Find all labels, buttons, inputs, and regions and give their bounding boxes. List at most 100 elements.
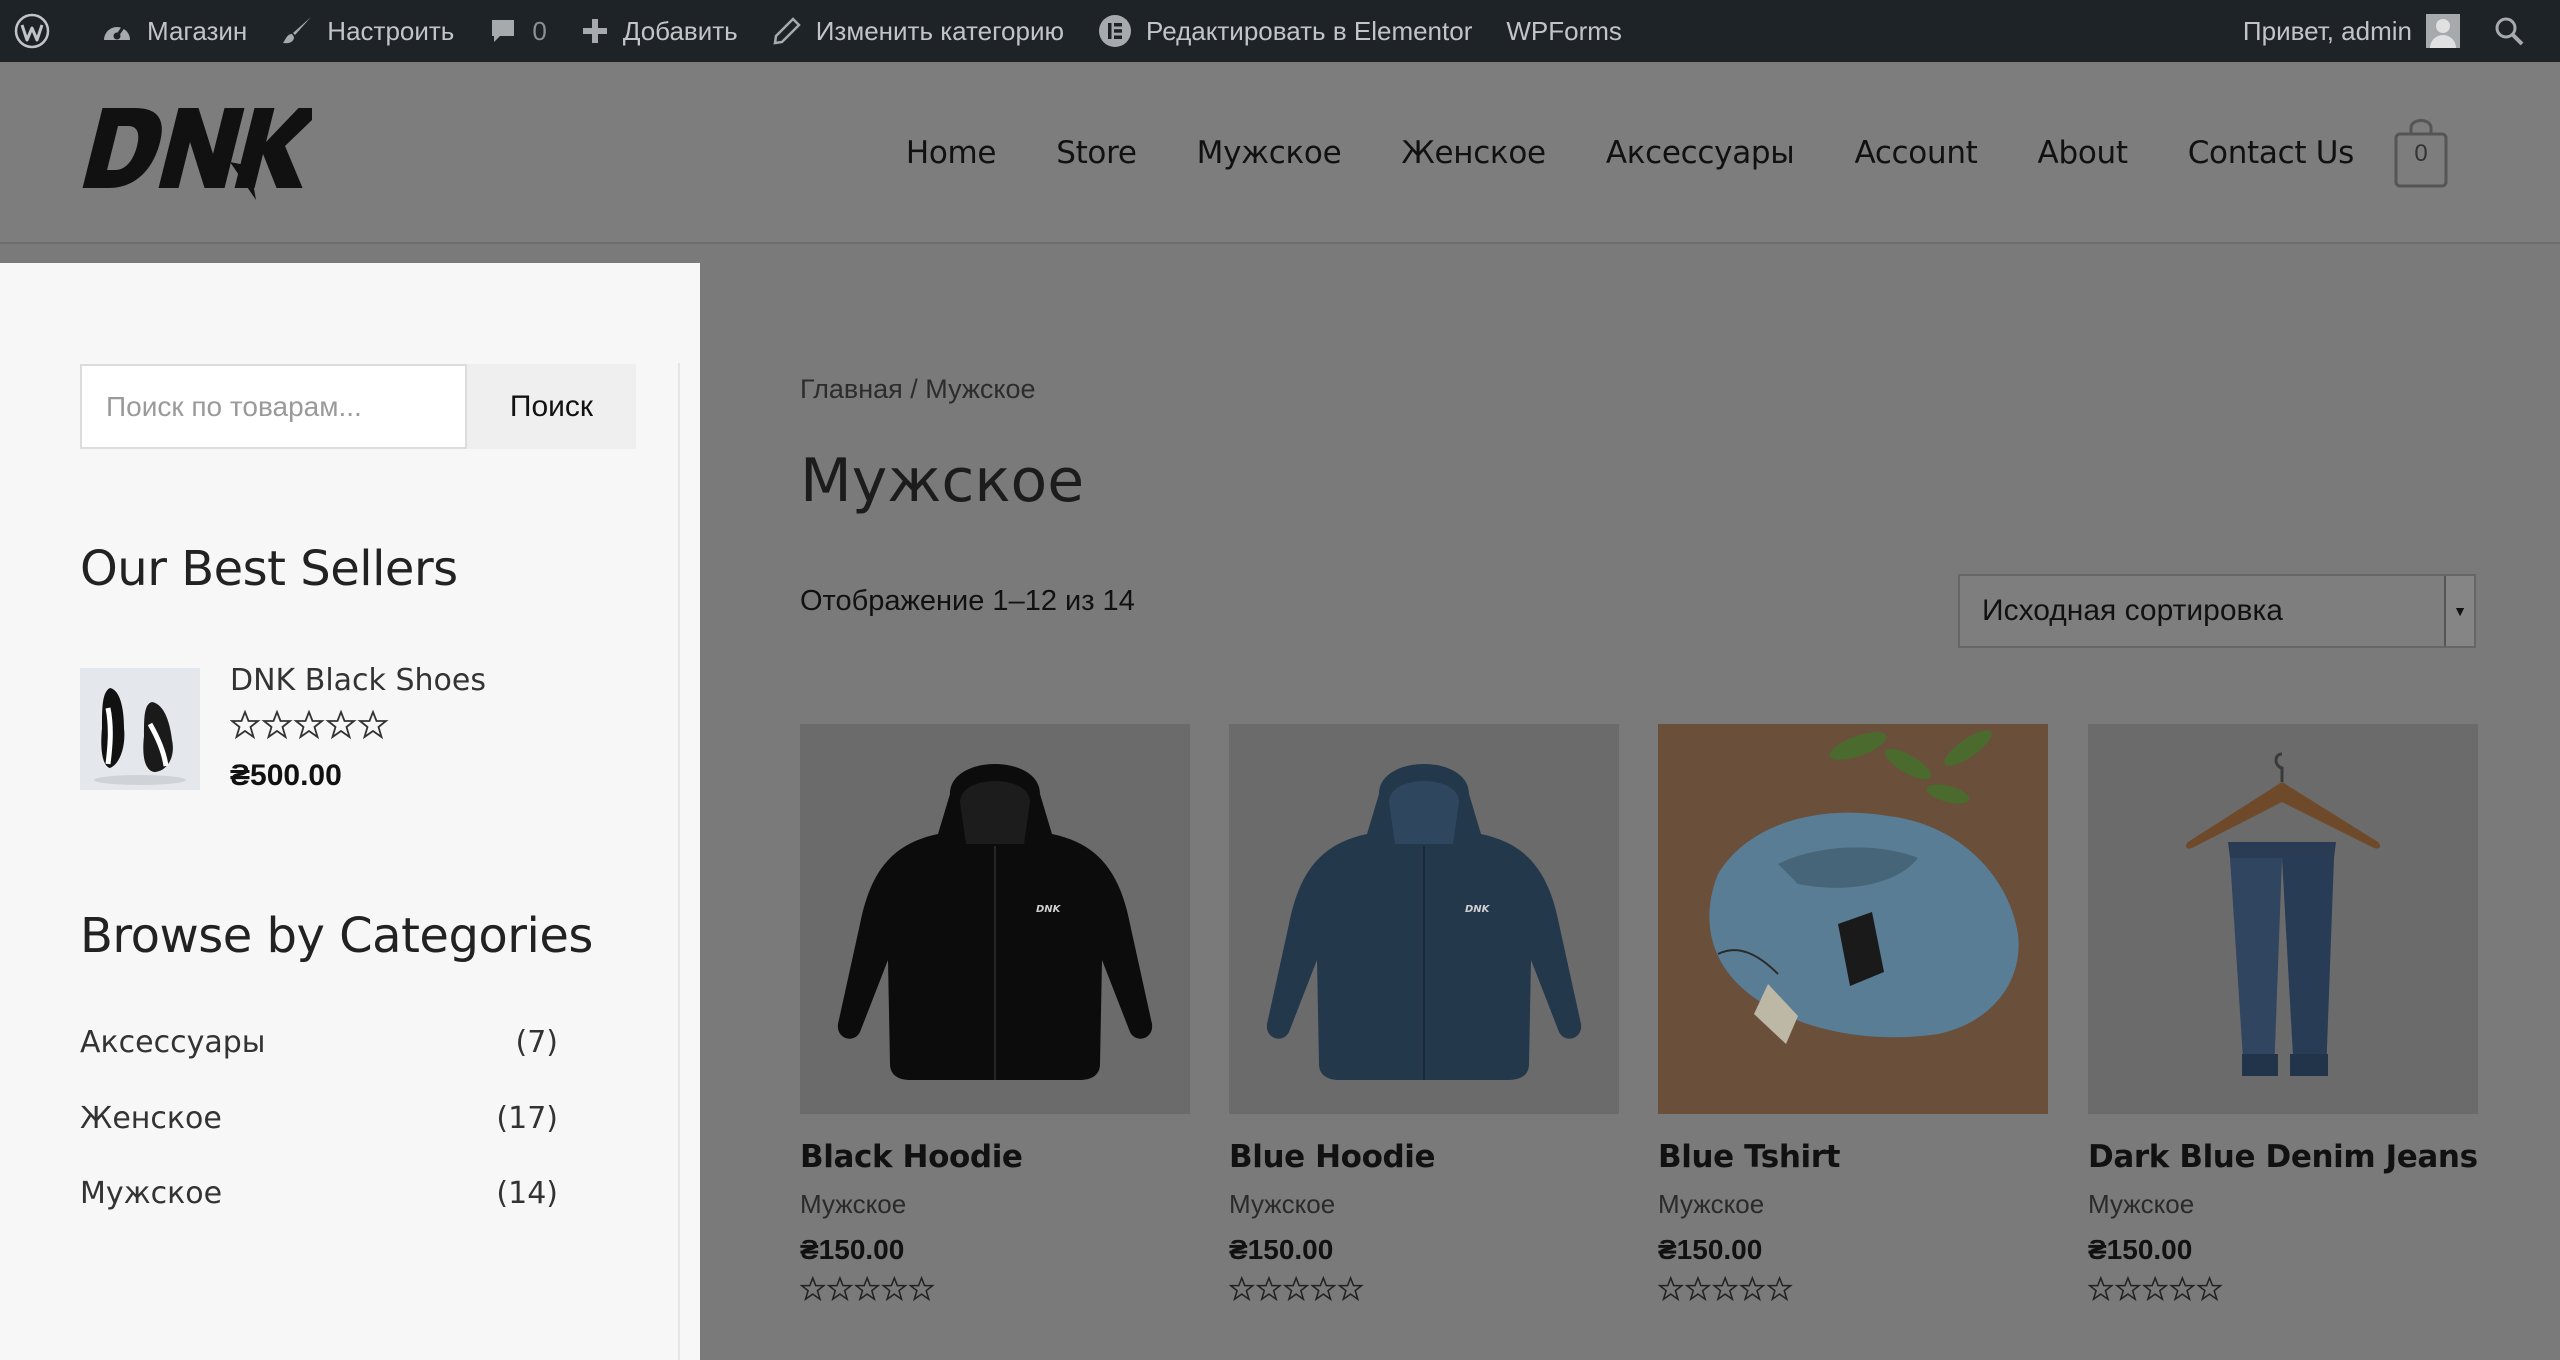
- nav-women[interactable]: Женское: [1401, 135, 1546, 171]
- adminbar-comments[interactable]: 0: [471, 0, 563, 62]
- shoes-image: [94, 688, 186, 785]
- orderby-value: Исходная сортировка: [1982, 594, 2283, 627]
- category-name: Аксессуары: [80, 1025, 266, 1060]
- adminbar-edit-category[interactable]: Изменить категорию: [755, 0, 1081, 62]
- nav-about[interactable]: About: [2038, 135, 2128, 171]
- adminbar-wpforms[interactable]: WPForms: [1489, 0, 1639, 62]
- elementor-icon: [1099, 15, 1131, 47]
- adminbar-edit-elementor[interactable]: Редактировать в Elementor: [1081, 0, 1489, 62]
- shop-sidebar: Поиск по товарам... Поиск Our Best Selle…: [0, 263, 700, 1360]
- categories-title: Browse by Categories: [80, 908, 593, 964]
- star-rating-icon: [2087, 1275, 2223, 1302]
- jeans-image: [2185, 752, 2381, 1076]
- adminbar-wpforms-label: WPForms: [1506, 15, 1622, 46]
- best-seller-rating: [229, 709, 390, 745]
- adminbar-add-new-label: Добавить: [622, 15, 738, 46]
- product-title[interactable]: Blue Tshirt: [1658, 1139, 2048, 1175]
- brush-icon: [283, 17, 312, 44]
- wp-admin-bar: Магазин Настроить 0 Добавить Изменить ка…: [0, 0, 2560, 62]
- page-title: Мужское: [800, 446, 1085, 516]
- nav-store[interactable]: Store: [1056, 135, 1137, 171]
- adminbar-shop-label: Магазин: [147, 15, 248, 46]
- result-count: Отображение 1–12 из 14: [800, 585, 1135, 617]
- best-seller-price: ₴500.00: [230, 759, 342, 792]
- adminbar-customize[interactable]: Настроить: [264, 0, 471, 62]
- wordpress-logo-menu[interactable]: [0, 0, 84, 62]
- category-item[interactable]: Мужское (14): [80, 1176, 558, 1211]
- product-card: Dark Blue Denim Jeans Мужское ₴150.00: [2087, 724, 2478, 1307]
- product-title[interactable]: Blue Hoodie: [1229, 1139, 1619, 1175]
- category-item[interactable]: Аксессуары (7): [80, 1025, 558, 1060]
- category-count: (17): [496, 1101, 558, 1136]
- star-rating-icon: [799, 1275, 935, 1302]
- orderby-select[interactable]: Исходная сортировка ▼: [1958, 574, 2476, 648]
- product-image[interactable]: [1658, 724, 2048, 1114]
- star-rating-icon: [1657, 1275, 1793, 1302]
- svg-text:DNK: DNK: [1036, 904, 1062, 915]
- product-card: Blue Tshirt Мужское ₴150.00: [1657, 724, 2048, 1307]
- adminbar-shop[interactable]: Магазин: [84, 0, 264, 62]
- svg-text:DNK: DNK: [1465, 904, 1491, 915]
- nav-account[interactable]: Account: [1854, 135, 1977, 171]
- product-search-button[interactable]: Поиск: [467, 364, 636, 449]
- nav-contact[interactable]: Contact Us: [2188, 135, 2355, 171]
- cart-button[interactable]: 0: [2394, 114, 2448, 190]
- adminbar-comments-count: 0: [532, 15, 547, 46]
- category-name: Женское: [80, 1101, 222, 1136]
- category-count: (14): [496, 1176, 558, 1211]
- breadcrumb[interactable]: Главная / Мужское: [800, 374, 1036, 405]
- product-price: ₴150.00: [1229, 1234, 1334, 1265]
- product-price: ₴150.00: [800, 1234, 905, 1265]
- product-rating: [2087, 1275, 2478, 1307]
- hoodie-image: DNK: [1266, 764, 1582, 1080]
- product-title[interactable]: Black Hoodie: [800, 1139, 1190, 1175]
- nav-accessories[interactable]: Аксессуары: [1606, 135, 1795, 171]
- chevron-down-icon: ▼: [2444, 576, 2474, 646]
- adminbar-add-new[interactable]: Добавить: [564, 0, 755, 62]
- adminbar-greeting: Привет, admin: [2242, 15, 2412, 46]
- avatar: [2426, 14, 2460, 48]
- adminbar-customize-label: Настроить: [327, 15, 455, 46]
- product-image[interactable]: [2088, 724, 2478, 1114]
- nav-home[interactable]: Home: [906, 135, 997, 171]
- adminbar-search[interactable]: [2477, 0, 2560, 62]
- adminbar-edit-category-label: Изменить категорию: [815, 15, 1064, 46]
- site-header: Home Store Мужское Женское Аксессуары Ac…: [0, 62, 2560, 244]
- best-seller-thumbnail[interactable]: [80, 668, 200, 790]
- category-count: (7): [515, 1025, 559, 1060]
- best-sellers-title: Our Best Sellers: [80, 541, 458, 597]
- product-category: Мужское: [800, 1189, 907, 1219]
- plus-icon: [582, 19, 607, 43]
- sidebar-divider: [678, 363, 680, 1360]
- product-price: ₴150.00: [2088, 1234, 2193, 1265]
- nav-men[interactable]: Мужское: [1197, 135, 1342, 171]
- product-rating: [1228, 1275, 1619, 1307]
- product-image[interactable]: DNK: [1229, 724, 1619, 1114]
- star-rating-icon: [229, 709, 389, 740]
- tshirt-image: [1709, 730, 2019, 1044]
- best-seller-name[interactable]: DNK Black Shoes: [230, 663, 486, 698]
- search-icon: [2495, 17, 2524, 46]
- adminbar-my-account[interactable]: Привет, admin: [2226, 0, 2477, 62]
- hoodie-image: DNK: [837, 764, 1153, 1080]
- category-item[interactable]: Женское (17): [80, 1101, 558, 1136]
- adminbar-edit-elementor-label: Редактировать в Elementor: [1146, 15, 1473, 46]
- product-image[interactable]: DNK: [800, 724, 1190, 1114]
- product-rating: [799, 1275, 1190, 1307]
- dnk-logo[interactable]: [80, 102, 312, 202]
- product-category: Мужское: [2088, 1189, 2195, 1219]
- product-rating: [1657, 1275, 2048, 1307]
- wordpress-icon: [14, 13, 50, 49]
- product-card: DNK Black Hoodie Мужское ₴150.00: [799, 724, 1190, 1307]
- main-navigation: Home Store Мужское Женское Аксессуары Ac…: [846, 62, 2354, 244]
- product-category: Мужское: [1658, 1189, 1765, 1219]
- category-name: Мужское: [80, 1176, 223, 1211]
- cart-count: 0: [2414, 140, 2428, 167]
- product-card: DNK Blue Hoodie Мужское ₴150.00: [1228, 724, 1619, 1307]
- comment-icon: [492, 20, 515, 42]
- product-search-input[interactable]: Поиск по товарам...: [80, 364, 467, 449]
- product-price: ₴150.00: [1658, 1234, 1763, 1265]
- product-category: Мужское: [1229, 1189, 1336, 1219]
- star-rating-icon: [1228, 1275, 1364, 1302]
- product-title[interactable]: Dark Blue Denim Jeans: [2088, 1139, 2478, 1175]
